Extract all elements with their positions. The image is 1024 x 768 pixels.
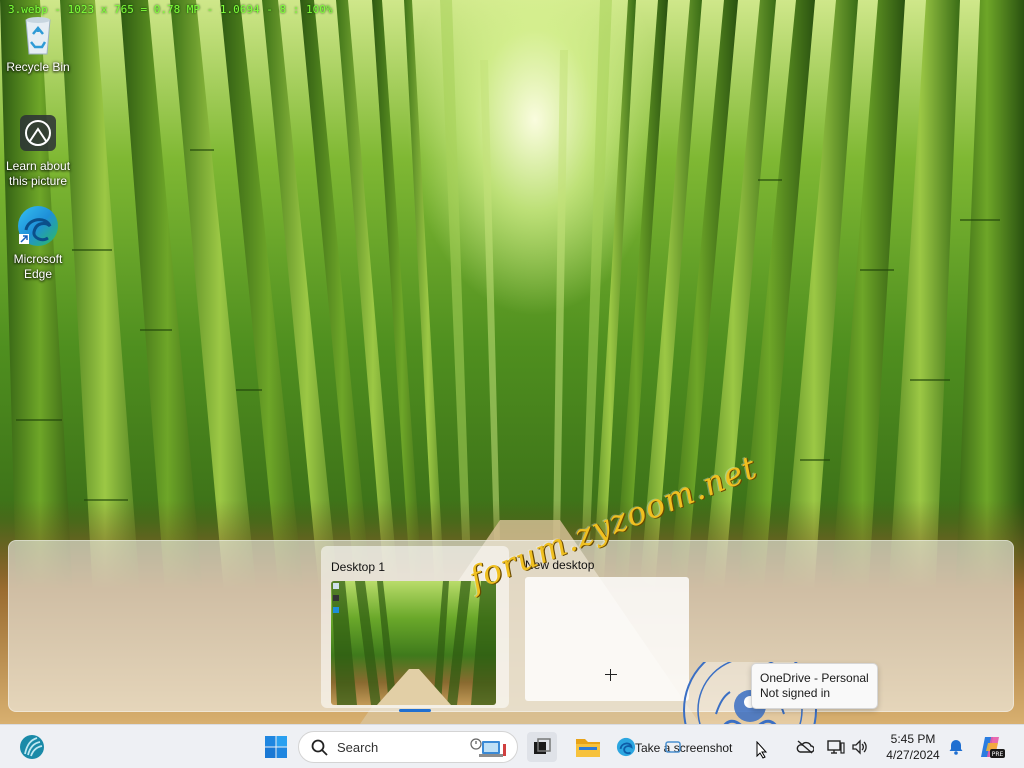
start-icon xyxy=(265,736,287,758)
task-view-button[interactable] xyxy=(526,725,558,768)
search-placeholder: Search xyxy=(337,740,379,755)
clock-date: 4/27/2024 xyxy=(886,748,940,762)
volume-icon xyxy=(852,739,867,755)
volume-tray-button[interactable] xyxy=(850,725,870,768)
onedrive-icon xyxy=(796,740,814,754)
taskbar-search-box[interactable]: Search xyxy=(298,731,518,763)
new-desktop-button[interactable] xyxy=(525,577,689,701)
onedrive-tooltip-title: OneDrive - Personal xyxy=(760,671,869,685)
current-desktop-indicator xyxy=(399,709,431,712)
search-highlight-icon xyxy=(470,738,506,757)
onedrive-tooltip: OneDrive - Personal Not signed in xyxy=(751,663,878,709)
notifications-icon xyxy=(949,740,963,755)
file-explorer-icon xyxy=(576,739,600,757)
snipping-tool-label[interactable]: Take a screenshot xyxy=(635,741,732,755)
copilot-button[interactable]: PRE xyxy=(978,725,1006,768)
mouse-cursor-icon xyxy=(756,741,768,759)
widgets-icon xyxy=(20,735,44,759)
clock-time: 5:45 PM xyxy=(890,732,936,746)
network-tray-button[interactable] xyxy=(826,725,846,768)
desktop-1-thumbnail[interactable] xyxy=(331,581,496,705)
task-view-icon xyxy=(534,738,551,754)
svg-text:PRE: PRE xyxy=(992,751,1004,758)
edge-icon xyxy=(16,204,60,248)
learn-about-picture-icon xyxy=(16,111,60,155)
notifications-button[interactable] xyxy=(946,725,966,768)
taskbar: Search Take a screenshot 5:45 PM 4/27/20… xyxy=(0,724,1024,768)
learn-about-picture-label: Learn about this picture xyxy=(5,159,71,188)
start-button[interactable] xyxy=(258,725,294,768)
edge-taskbar-button[interactable] xyxy=(616,725,636,768)
widgets-button[interactable] xyxy=(16,725,48,768)
network-icon xyxy=(827,740,845,754)
plus-icon xyxy=(605,669,617,681)
onedrive-tray-button[interactable] xyxy=(794,725,816,768)
taskbar-clock[interactable]: 5:45 PM 4/27/2024 xyxy=(878,731,948,763)
desktop-1-title: Desktop 1 xyxy=(331,560,386,574)
desktop-icon-microsoft-edge[interactable]: Microsoft Edge xyxy=(0,204,76,282)
desktop-icon-recycle-bin[interactable]: Recycle Bin xyxy=(0,12,76,75)
recycle-bin-label: Recycle Bin xyxy=(6,60,70,74)
copilot-icon: PRE xyxy=(981,737,1005,758)
microsoft-edge-label: Microsoft Edge xyxy=(13,252,63,281)
onedrive-tooltip-status: Not signed in xyxy=(760,686,831,700)
search-icon xyxy=(311,739,328,756)
snipping-tool-button[interactable] xyxy=(664,725,682,768)
desktop-icon-learn-about-picture[interactable]: Learn about this picture xyxy=(0,111,76,189)
file-explorer-button[interactable] xyxy=(572,725,604,768)
edge-icon xyxy=(616,737,636,757)
recycle-bin-icon xyxy=(16,12,60,56)
snipping-tool-icon xyxy=(665,741,681,753)
